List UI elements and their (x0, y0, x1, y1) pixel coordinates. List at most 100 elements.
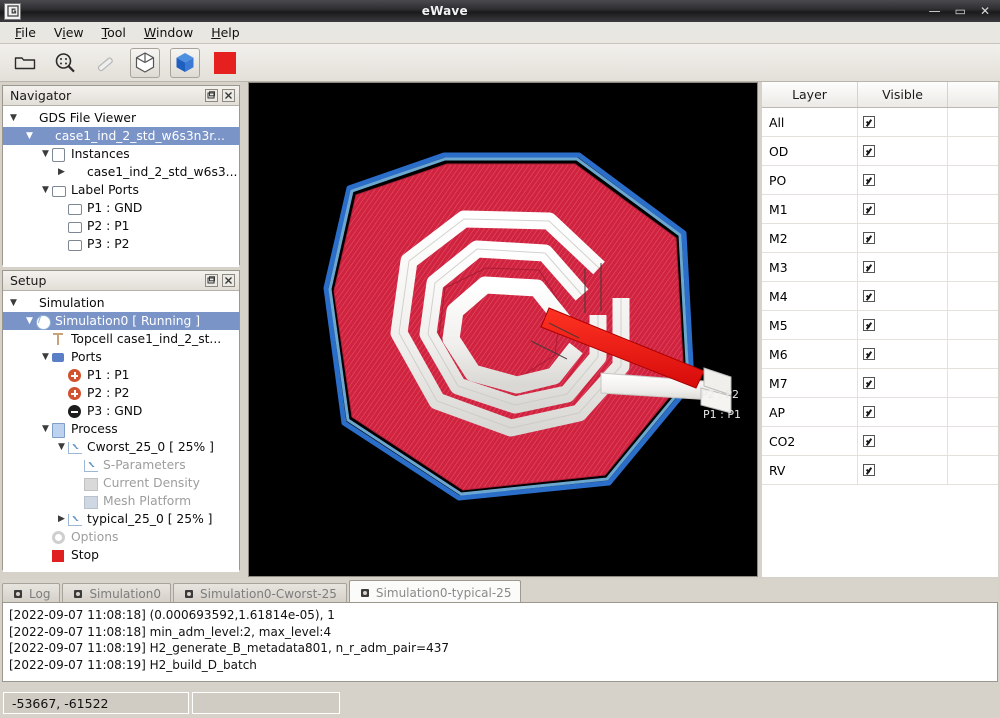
tree-item[interactable]: P3 : P2 (3, 235, 239, 253)
visible-checkbox[interactable] (863, 145, 875, 157)
tree-item[interactable]: P1 : GND (3, 199, 239, 217)
chevron-down-icon[interactable]: ▼ (39, 424, 52, 434)
table-row[interactable]: OD (762, 137, 998, 166)
tree-item[interactable]: ▼ Label Ports (3, 181, 239, 199)
layer-visible-cell[interactable] (858, 137, 948, 165)
tab-log[interactable]: Log (2, 583, 61, 604)
setup-tree[interactable]: ▼ Simulation ▼ Simulation0 [ Running ] Topce… (3, 291, 239, 572)
tree-item[interactable]: ▼ case1_ind_2_std_w6s3n3r... (3, 127, 239, 145)
menu-tool[interactable]: Tool (93, 23, 135, 42)
chevron-down-icon[interactable]: ▼ (39, 185, 52, 195)
layer-table[interactable]: Layer Visible All OD PO M1 M2 M3 M4 M5 M6 M7 AP CO2… (762, 82, 998, 577)
tree-item[interactable]: ▼ Simulation0 [ Running ] (3, 312, 239, 330)
chevron-down-icon[interactable]: ▼ (39, 149, 52, 159)
layer-visible-cell[interactable] (858, 195, 948, 223)
chevron-right-icon[interactable]: ▶ (55, 514, 68, 524)
close-button[interactable]: ✕ (980, 5, 990, 17)
open-folder-icon[interactable] (10, 48, 40, 78)
viewport-3d[interactable]: P2 : P2 P1 : P1 (248, 82, 758, 577)
menu-file[interactable]: File (6, 23, 45, 42)
tree-item[interactable]: Topcell case1_ind_2_st... (3, 330, 239, 348)
tree-item[interactable]: ▶ case1_ind_2_std_w6s3... (3, 163, 239, 181)
tree-item[interactable]: P2 : P1 (3, 217, 239, 235)
tree-item[interactable]: ▶ typical_25_0 [ 25% ] (3, 510, 239, 528)
visible-checkbox[interactable] (863, 348, 875, 360)
tree-item[interactable]: ▼ Process (3, 420, 239, 438)
tree-item[interactable]: S-Parameters (3, 456, 239, 474)
wireframe-cube-icon[interactable] (130, 47, 160, 78)
table-row[interactable]: All (762, 108, 998, 137)
layer-visible-cell[interactable] (858, 311, 948, 339)
visible-checkbox[interactable] (863, 406, 875, 418)
layer-visible-cell[interactable] (858, 398, 948, 426)
table-row[interactable]: PO (762, 166, 998, 195)
menu-window[interactable]: Window (135, 23, 202, 42)
table-row[interactable]: M7 (762, 369, 998, 398)
visible-checkbox[interactable] (863, 464, 875, 476)
setup-float-icon[interactable] (205, 274, 218, 287)
maximize-button[interactable]: ▭ (955, 5, 966, 17)
layer-visible-cell[interactable] (858, 282, 948, 310)
tree-item[interactable]: P1 : P1 (3, 366, 239, 384)
solid-cube-icon[interactable] (170, 47, 200, 78)
chevron-down-icon[interactable]: ▼ (23, 316, 36, 326)
minimize-button[interactable]: — (929, 5, 941, 17)
layer-visible-cell[interactable] (858, 108, 948, 136)
visible-checkbox[interactable] (863, 435, 875, 447)
layer-visible-cell[interactable] (858, 340, 948, 368)
tab-simulation0-typical-25[interactable]: Simulation0-typical-25 (348, 580, 522, 604)
chevron-down-icon[interactable]: ▼ (39, 352, 52, 362)
log-output[interactable]: [2022-09-07 11:08:18] (0.000693592,1.618… (2, 602, 998, 682)
layer-visible-cell[interactable] (858, 456, 948, 484)
chevron-down-icon[interactable]: ▼ (7, 298, 20, 308)
chevron-down-icon[interactable]: ▼ (7, 113, 20, 123)
tree-item[interactable]: Mesh Platform (3, 492, 239, 510)
visible-checkbox[interactable] (863, 174, 875, 186)
visible-checkbox[interactable] (863, 377, 875, 389)
tree-item[interactable]: ▼ Simulation (3, 294, 239, 312)
tree-item[interactable]: ▼ Cworst_25_0 [ 25% ] (3, 438, 239, 456)
tree-item[interactable]: Options (3, 528, 239, 546)
layer-visible-cell[interactable] (858, 427, 948, 455)
table-row[interactable]: M6 (762, 340, 998, 369)
visible-checkbox[interactable] (863, 290, 875, 302)
table-row[interactable]: M1 (762, 195, 998, 224)
tree-item[interactable]: Stop (3, 546, 239, 564)
tree-item[interactable]: P2 : P2 (3, 384, 239, 402)
tree-item[interactable]: P3 : GND (3, 402, 239, 420)
table-row[interactable]: M3 (762, 253, 998, 282)
setup-close-icon[interactable] (222, 274, 235, 287)
table-row[interactable]: M2 (762, 224, 998, 253)
layer-visible-cell[interactable] (858, 166, 948, 194)
menu-view[interactable]: View (45, 23, 93, 42)
visible-checkbox[interactable] (863, 116, 875, 128)
visible-checkbox[interactable] (863, 203, 875, 215)
table-row[interactable]: AP (762, 398, 998, 427)
tab-simulation0-cworst-25[interactable]: Simulation0-Cworst-25 (173, 583, 347, 604)
visible-checkbox[interactable] (863, 261, 875, 273)
tree-item[interactable]: ▼ GDS File Viewer (3, 109, 239, 127)
tree-item[interactable]: ▼ Ports (3, 348, 239, 366)
chevron-down-icon[interactable]: ▼ (23, 131, 36, 141)
layer-table-body[interactable]: All OD PO M1 M2 M3 M4 M5 M6 M7 AP CO2 RV (762, 108, 998, 485)
visible-checkbox[interactable] (863, 319, 875, 331)
stop-red-square-icon[interactable] (210, 48, 240, 78)
table-row[interactable]: M5 (762, 311, 998, 340)
tree-item[interactable]: ▼ Instances (3, 145, 239, 163)
layer-visible-cell[interactable] (858, 253, 948, 281)
table-row[interactable]: RV (762, 456, 998, 485)
layer-visible-cell[interactable] (858, 224, 948, 252)
chevron-right-icon[interactable]: ▶ (55, 167, 68, 177)
zoom-icon[interactable] (50, 48, 80, 78)
tree-item[interactable]: Current Density (3, 474, 239, 492)
navigator-float-icon[interactable] (205, 89, 218, 102)
measure-ruler-icon[interactable] (90, 48, 120, 78)
tab-simulation0[interactable]: Simulation0 (62, 583, 171, 604)
bottom-tabstrip[interactable]: Log Simulation0 Simulation0-Cworst-25 Simul… (2, 579, 998, 604)
layer-visible-cell[interactable] (858, 369, 948, 397)
navigator-tree[interactable]: ▼ GDS File Viewer ▼ case1_ind_2_std_w6s3n3r… (3, 106, 239, 267)
table-row[interactable]: CO2 (762, 427, 998, 456)
navigator-close-icon[interactable] (222, 89, 235, 102)
table-row[interactable]: M4 (762, 282, 998, 311)
chevron-down-icon[interactable]: ▼ (55, 442, 68, 452)
